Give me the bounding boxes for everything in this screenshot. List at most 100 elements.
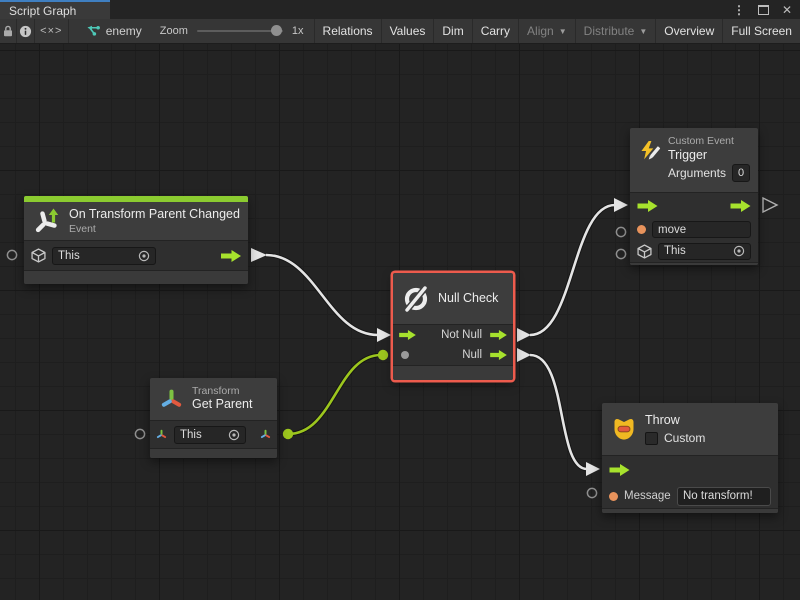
node-null-check[interactable]: Null Check Not Null Null: [393, 273, 513, 380]
unconnected-flow-output[interactable]: [763, 198, 777, 212]
full-screen-label: Full Screen: [731, 24, 792, 38]
align-label: Align: [527, 24, 554, 38]
target-field[interactable]: This: [658, 243, 751, 260]
wire-event-to-null-check[interactable]: [251, 248, 391, 342]
arguments-label: Arguments: [668, 166, 726, 180]
flow-output-arrow[interactable]: [517, 348, 531, 362]
distribute-label: Distribute: [584, 24, 635, 38]
carry-label: Carry: [481, 24, 510, 38]
string-input-port[interactable]: [609, 492, 618, 501]
window-menu-icon[interactable]: ⋮: [733, 4, 745, 16]
target-field[interactable]: This: [52, 247, 156, 265]
info-icon: [19, 25, 32, 38]
value-output-dot[interactable]: [283, 429, 293, 439]
gameobject-cube-icon: [31, 248, 46, 263]
unconnected-port-this[interactable]: [135, 429, 144, 438]
wire-null-to-throw[interactable]: [517, 348, 600, 476]
relations-button[interactable]: Relations: [314, 19, 381, 43]
tab-script-graph[interactable]: Script Graph: [0, 0, 110, 19]
graph-name: enemy: [106, 24, 142, 38]
inspector-button[interactable]: [17, 19, 34, 43]
message-field[interactable]: No transform!: [677, 487, 771, 506]
field-value: move: [658, 224, 686, 236]
flow-output-port-null[interactable]: [490, 350, 507, 360]
node-footer: [630, 262, 758, 265]
flow-output-port[interactable]: [221, 250, 241, 262]
node-title: On Transform Parent Changed: [69, 207, 240, 223]
flow-input-arrow[interactable]: [377, 328, 391, 342]
node-throw[interactable]: Throw Custom Message No transform!: [602, 403, 778, 513]
node-title: Trigger: [668, 148, 750, 164]
unconnected-port-message[interactable]: [587, 488, 596, 497]
object-picker-icon[interactable]: [138, 250, 150, 262]
graph-breadcrumb[interactable]: enemy: [69, 19, 156, 43]
window-controls: ⋮ ✕: [733, 0, 792, 19]
event-name-field[interactable]: move: [652, 221, 751, 238]
custom-checkbox[interactable]: [645, 432, 658, 445]
object-picker-icon[interactable]: [228, 429, 240, 441]
arguments-field[interactable]: 0: [732, 164, 750, 182]
flow-output-arrow[interactable]: [251, 248, 267, 262]
zoom-label: Zoom: [160, 25, 188, 37]
wire-not-null-to-custom-event[interactable]: [517, 198, 628, 342]
distribute-dropdown[interactable]: Distribute ▼: [575, 19, 656, 43]
full-screen-button[interactable]: Full Screen: [722, 19, 800, 43]
port-label-null: Null: [415, 349, 484, 361]
dim-button[interactable]: Dim: [433, 19, 471, 43]
values-button[interactable]: Values: [381, 19, 434, 43]
throw-error-icon: [610, 415, 638, 443]
ports-button[interactable]: <×>: [35, 19, 69, 43]
flow-input-arrow[interactable]: [586, 462, 600, 476]
transform-port-icon[interactable]: [155, 428, 168, 441]
flow-input-port[interactable]: [637, 200, 658, 212]
target-field[interactable]: This: [174, 426, 246, 444]
flow-input-arrow[interactable]: [614, 198, 628, 212]
transform-output-port-icon[interactable]: [259, 428, 272, 441]
null-check-icon: [401, 284, 431, 314]
lock-button[interactable]: [0, 19, 17, 43]
overview-button[interactable]: Overview: [655, 19, 722, 43]
flow-output-arrow[interactable]: [517, 328, 531, 342]
field-value: This: [180, 429, 202, 441]
dim-label: Dim: [442, 24, 463, 38]
maximize-icon[interactable]: [758, 5, 769, 15]
transform-icon: [158, 386, 185, 413]
wire-get-parent-to-null-check[interactable]: [283, 350, 388, 439]
gameobject-cube-icon: [637, 244, 652, 259]
field-value: This: [58, 250, 80, 262]
zoom-slider[interactable]: [197, 30, 283, 32]
node-subtitle: Event: [69, 223, 240, 236]
string-input-port[interactable]: [637, 225, 646, 234]
graph-canvas[interactable]: On Transform Parent Changed Event This T…: [0, 44, 800, 600]
lock-icon: [1, 24, 15, 38]
unconnected-port-name[interactable]: [616, 227, 625, 236]
value-input-port[interactable]: [401, 351, 409, 359]
node-trigger-custom-event[interactable]: Custom Event Trigger Arguments 0 move: [630, 128, 758, 265]
node-category: Custom Event: [668, 135, 750, 148]
object-picker-icon[interactable]: [733, 245, 745, 257]
code-icon: <×>: [40, 25, 62, 37]
flow-output-port-not-null[interactable]: [490, 330, 507, 340]
node-title: Throw: [645, 413, 705, 429]
chevron-down-icon: ▼: [639, 27, 647, 36]
node-on-transform-parent-changed[interactable]: On Transform Parent Changed Event This: [24, 196, 248, 284]
node-title: Null Check: [438, 291, 498, 307]
unconnected-port-this[interactable]: [7, 250, 16, 259]
flow-input-port[interactable]: [609, 464, 630, 476]
carry-button[interactable]: Carry: [472, 19, 518, 43]
transform-event-icon: [32, 206, 62, 236]
field-value: This: [664, 245, 686, 257]
unconnected-port-target[interactable]: [616, 249, 625, 258]
chevron-down-icon: ▼: [559, 27, 567, 36]
align-dropdown[interactable]: Align ▼: [518, 19, 575, 43]
custom-event-icon: [638, 137, 661, 165]
node-get-parent[interactable]: Transform Get Parent This: [150, 378, 277, 458]
message-label: Message: [624, 490, 671, 502]
value-input-dot[interactable]: [378, 350, 388, 360]
graph-toolbar: <×> enemy Zoom 1x Relations Values Dim C…: [0, 19, 800, 44]
window-title-bar: Script Graph ⋮ ✕: [0, 0, 800, 19]
close-icon[interactable]: ✕: [782, 4, 792, 16]
zoom-slider-handle[interactable]: [271, 25, 282, 36]
flow-output-port[interactable]: [730, 200, 751, 212]
flow-input-port[interactable]: [399, 330, 416, 340]
